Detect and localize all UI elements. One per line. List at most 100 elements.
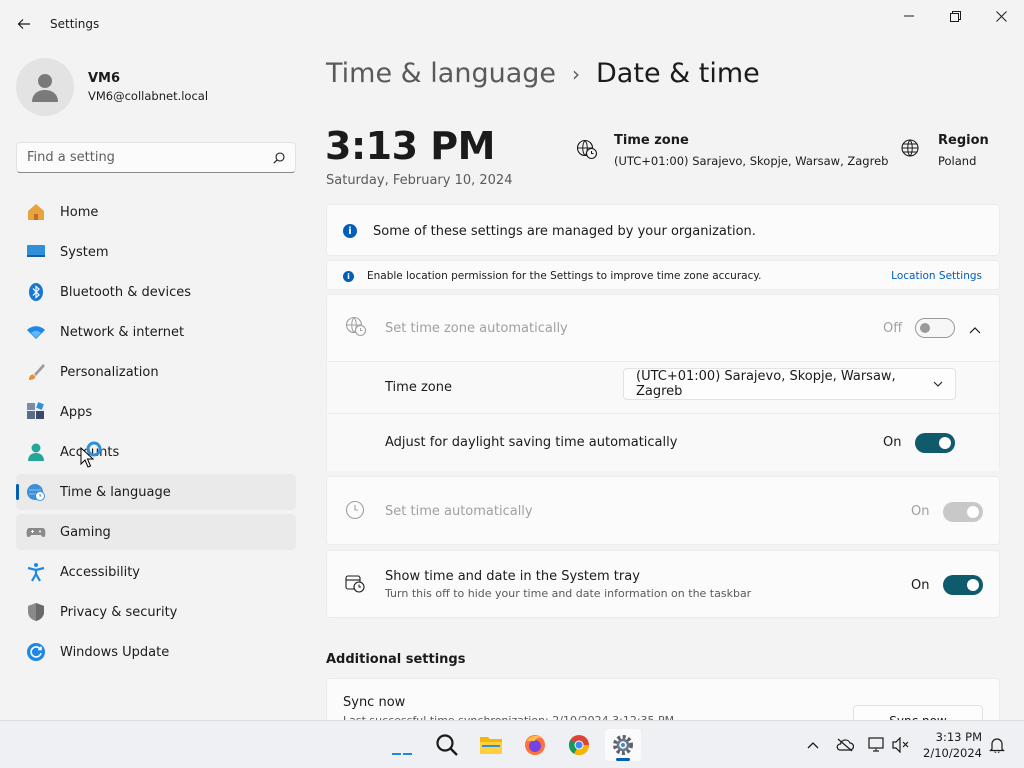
profile-email: VM6@collabnet.local — [88, 89, 209, 103]
notifications-button[interactable] — [986, 735, 1008, 755]
search-input[interactable] — [27, 150, 273, 165]
sidebar-item-label: System — [60, 244, 109, 260]
time-auto-state: On — [911, 504, 930, 519]
user-icon — [32, 74, 58, 102]
sidebar-item-windows-update[interactable]: Windows Update — [16, 634, 296, 670]
location-settings-link[interactable]: Location Settings — [891, 270, 982, 282]
profile-name: VM6 — [88, 71, 121, 86]
sidebar-item-accounts[interactable]: Accounts — [16, 434, 296, 470]
back-button[interactable] — [10, 10, 38, 38]
brush-icon — [26, 362, 46, 382]
search-box — [16, 142, 296, 173]
accessibility-icon — [26, 562, 46, 582]
globe-icon — [900, 138, 924, 168]
firefox-button[interactable] — [517, 729, 553, 761]
sidebar-item-label: Network & internet — [60, 324, 185, 340]
sidebar-item-system[interactable]: System — [16, 234, 296, 270]
bell-icon — [989, 738, 1005, 753]
onedrive-tray-icon[interactable] — [834, 735, 856, 755]
timezone-dropdown-value: (UTC+01:00) Sarajevo, Skopje, Warsaw, Za… — [636, 369, 896, 399]
sidebar-item-label: Personalization — [60, 364, 159, 380]
globe-clock-icon — [576, 138, 600, 168]
tray-setting-state: On — [911, 577, 930, 593]
region-title: Region — [938, 133, 989, 148]
taskbar: 3:13 PM 2/10/2024 — [0, 720, 1024, 768]
home-icon — [26, 202, 46, 222]
sidebar-item-label: Time & language — [60, 484, 171, 500]
sidebar-item-home[interactable]: Home — [16, 194, 296, 230]
location-notice-bar: i Enable location permission for the Set… — [326, 260, 1000, 290]
tz-auto-state: Off — [883, 320, 903, 336]
chrome-button[interactable] — [561, 729, 597, 761]
start-button[interactable] — [384, 729, 420, 761]
sidebar-item-bluetooth[interactable]: Bluetooth & devices — [16, 274, 296, 310]
time-auto-toggle[interactable] — [943, 501, 983, 522]
settings-taskbar-button[interactable] — [605, 729, 641, 761]
tray-setting-label: Show time and date in the System tray — [385, 569, 640, 584]
cloud-off-icon — [836, 738, 854, 752]
network-tray-icon[interactable] — [866, 735, 888, 755]
maximize-button[interactable] — [932, 4, 978, 28]
sidebar-item-personalization[interactable]: Personalization — [16, 354, 296, 390]
search-icon[interactable] — [273, 151, 285, 164]
sidebar-nav: Home System Bluetooth & devices Network … — [16, 194, 296, 674]
show-hidden-icons-button[interactable] — [802, 735, 824, 755]
dst-state: On — [883, 435, 902, 450]
taskbar-date: 2/10/2024 — [923, 746, 982, 760]
info-icon: i — [343, 270, 354, 282]
region-summary: Region Poland — [900, 133, 989, 168]
avatar — [16, 58, 74, 116]
folder-icon — [480, 737, 502, 754]
sidebar-item-accessibility[interactable]: Accessibility — [16, 554, 296, 590]
file-explorer-button[interactable] — [473, 729, 509, 761]
tz-auto-toggle[interactable] — [915, 318, 955, 338]
tz-select-row: Time zone (UTC+01:00) Sarajevo, Skopje, … — [327, 362, 999, 413]
accounts-icon — [26, 442, 46, 462]
time-auto-label: Set time automatically — [385, 504, 533, 519]
dst-toggle[interactable] — [915, 432, 955, 453]
timezone-summary: Time zone (UTC+01:00) Sarajevo, Skopje, … — [576, 133, 888, 168]
sidebar-item-label: Apps — [60, 404, 93, 420]
dst-row: Adjust for daylight saving time automati… — [327, 414, 999, 471]
search-icon — [436, 734, 458, 756]
timezone-dropdown[interactable]: (UTC+01:00) Sarajevo, Skopje, Warsaw, Za… — [623, 368, 956, 400]
sidebar-item-label: Windows Update — [60, 644, 170, 660]
sidebar-item-label: Gaming — [60, 524, 111, 540]
timezone-title: Time zone — [614, 133, 689, 148]
volume-tray-icon[interactable] — [890, 735, 912, 755]
sidebar-item-apps[interactable]: Apps — [16, 394, 296, 430]
apps-icon — [26, 402, 46, 422]
additional-settings-title: Additional settings — [326, 652, 466, 667]
sidebar-item-gaming[interactable]: Gaming — [16, 514, 296, 550]
wifi-icon — [26, 322, 46, 342]
breadcrumb-parent[interactable]: Time & language — [326, 58, 556, 89]
clock-icon — [345, 500, 365, 524]
minimize-button[interactable] — [886, 4, 932, 28]
timezone-value: (UTC+01:00) Sarajevo, Skopje, Warsaw, Za… — [614, 154, 889, 168]
tray-setting-card: Show time and date in the System tray Tu… — [326, 550, 1000, 618]
taskbar-time: 3:13 PM — [935, 730, 982, 744]
taskbar-clock[interactable]: 3:13 PM 2/10/2024 — [922, 729, 982, 761]
taskbar-search-button[interactable] — [429, 729, 465, 761]
sidebar-item-time-language[interactable]: Time & language — [16, 474, 296, 510]
globe-clock-icon — [26, 482, 46, 502]
gear-icon — [613, 735, 633, 755]
update-icon — [26, 642, 46, 662]
user-profile[interactable]: VM6 VM6@collabnet.local — [16, 58, 208, 116]
page-title: Date & time — [596, 58, 760, 89]
timezone-settings-card: Set time zone automatically Off Time zon… — [326, 294, 1000, 471]
globe-clock-icon — [345, 315, 367, 341]
sidebar-item-network[interactable]: Network & internet — [16, 314, 296, 350]
close-icon — [995, 10, 1007, 22]
chevron-up-icon[interactable] — [969, 319, 981, 338]
tz-select-label: Time zone — [385, 380, 452, 395]
tray-setting-toggle[interactable] — [943, 575, 983, 595]
sidebar-item-privacy[interactable]: Privacy & security — [16, 594, 296, 630]
monitor-icon — [868, 737, 884, 752]
sidebar-item-label: Home — [60, 204, 99, 220]
chevron-down-icon — [933, 381, 943, 387]
breadcrumb-separator: › — [572, 61, 581, 86]
current-time: 3:13 PM — [325, 124, 495, 168]
close-button[interactable] — [978, 4, 1024, 28]
title-bar: Settings — [0, 0, 1024, 48]
